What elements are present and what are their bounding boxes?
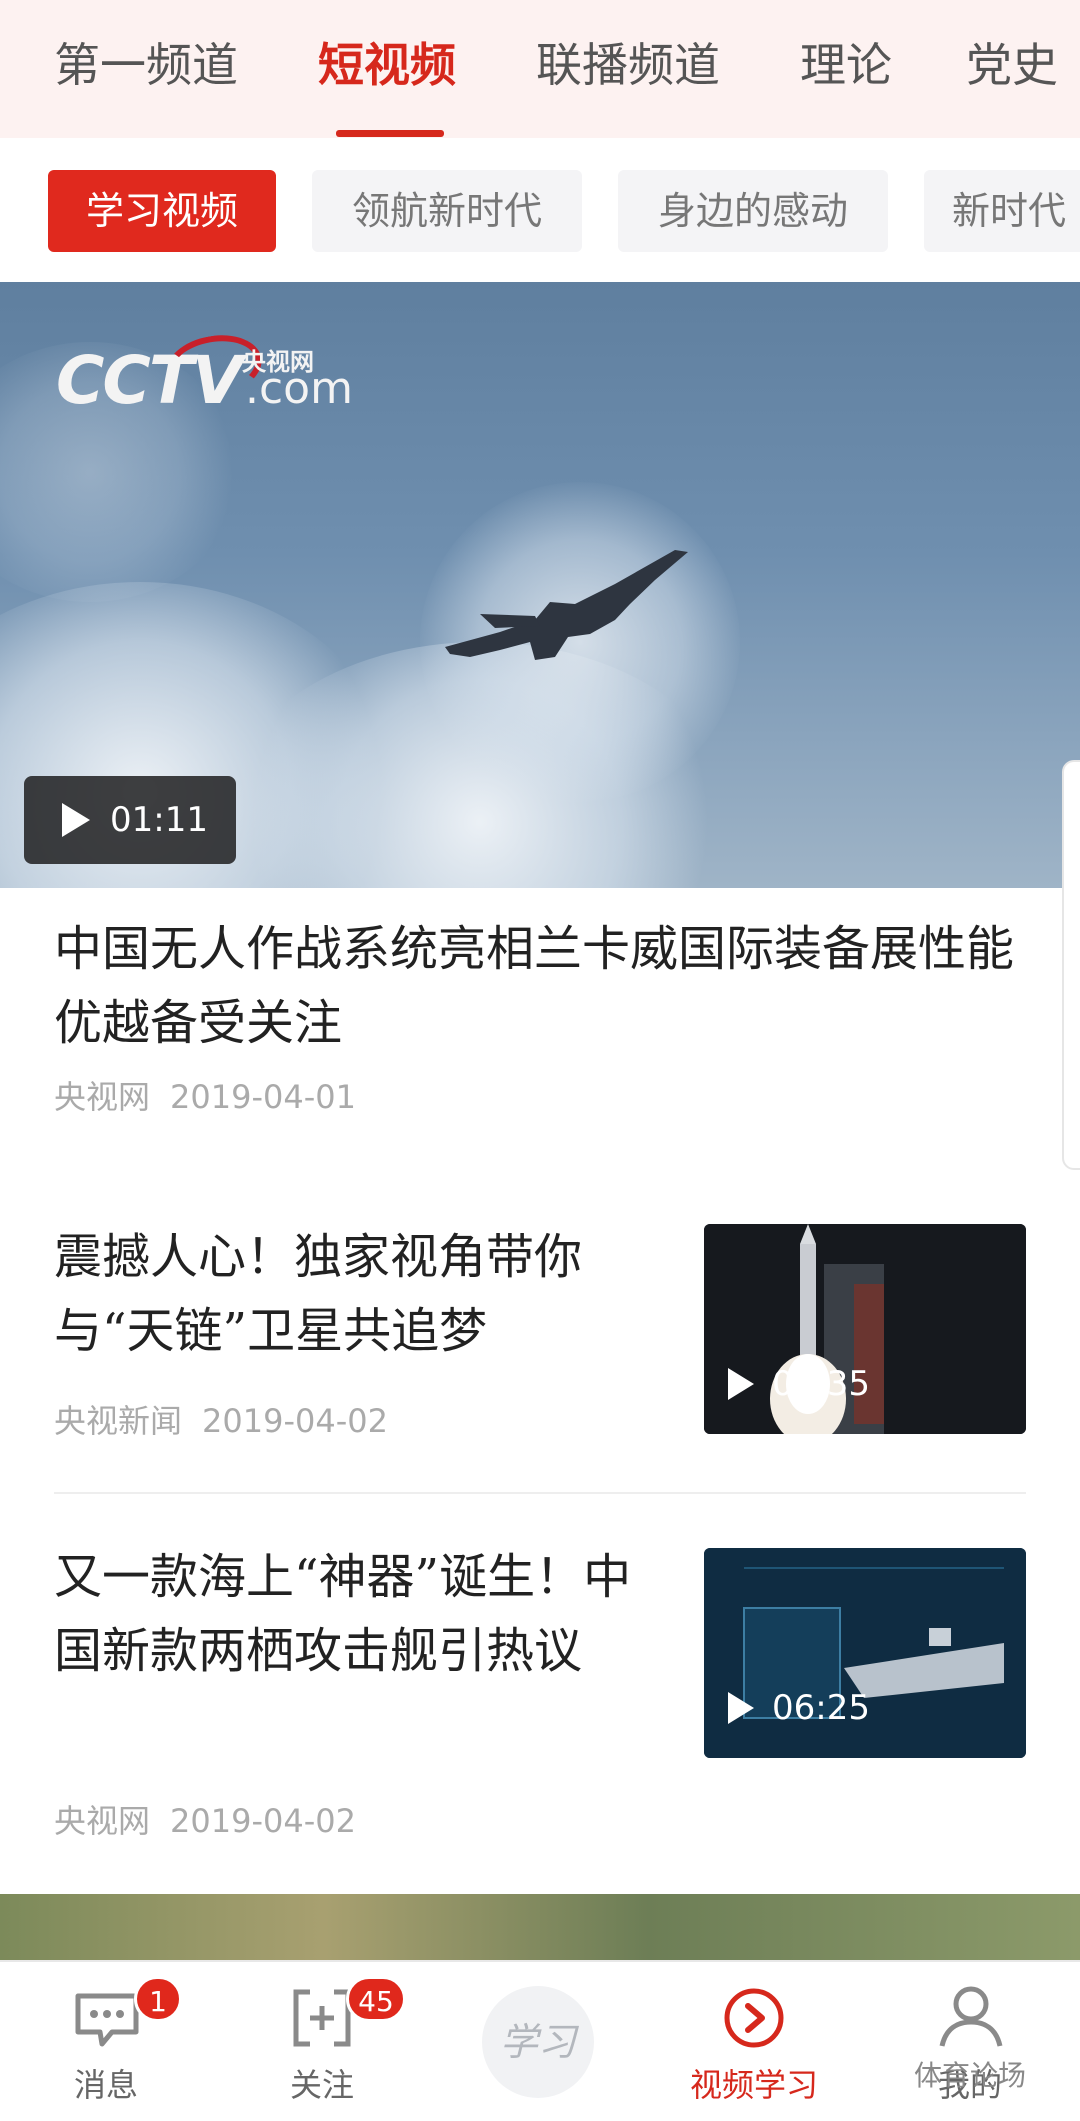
- nav-messages[interactable]: 1 消息: [6, 1962, 206, 2121]
- chip-new-era[interactable]: 领航新时代: [312, 170, 582, 252]
- news-date-2: 2019-04-02: [170, 1802, 356, 1840]
- news-title-2[interactable]: 又一款海上“神器”诞生！中国新款两栖攻击舰引热议: [54, 1540, 634, 1688]
- featured-title[interactable]: 中国无人作战系统亮相兰卡威国际装备展性能优越备受关注: [54, 912, 1014, 1060]
- cctv-logo: CCTV.com 央视网: [56, 328, 353, 419]
- follow-icon: [293, 1989, 351, 2047]
- messages-badge: 1: [134, 1976, 182, 2022]
- follow-badge: 45: [346, 1976, 406, 2022]
- play-icon: [728, 1368, 754, 1400]
- nav-follow[interactable]: 45 关注: [222, 1962, 422, 2121]
- news-thumbnail-1[interactable]: 01:35: [704, 1224, 1026, 1434]
- featured-source: 央视网: [54, 1078, 151, 1116]
- side-panel-edge: [1062, 760, 1080, 1170]
- tab-party-history[interactable]: 党史: [966, 30, 1058, 100]
- featured-video[interactable]: CCTV.com 央视网 01:11: [0, 282, 1080, 888]
- message-icon: [75, 1993, 139, 2047]
- list-divider: [54, 1492, 1026, 1494]
- chip-new-times[interactable]: 新时代: [924, 170, 1080, 252]
- active-tab-indicator: [336, 130, 444, 137]
- chip-study-video[interactable]: 学习视频: [48, 170, 276, 252]
- bottom-navigation: 1 消息 45 关注 学习 视频学习 我的: [0, 1960, 1080, 2119]
- featured-date: 2019-04-01: [170, 1078, 356, 1116]
- tab-theory[interactable]: 理论: [800, 30, 892, 100]
- news-date-1: 2019-04-02: [202, 1402, 388, 1440]
- featured-duration: 01:11: [24, 776, 236, 864]
- nav-video-study[interactable]: 视频学习: [654, 1962, 854, 2121]
- featured-meta: 央视网 2019-04-01: [54, 1072, 356, 1118]
- sub-category-bar: 学习视频 领航新时代 身边的感动 新时代: [0, 138, 1080, 282]
- channel-tab-bar: 第一频道 短视频 联播频道 理论 党史: [0, 0, 1080, 138]
- news-source-1: 央视新闻: [54, 1402, 183, 1440]
- news-meta-1: 央视新闻 2019-04-02: [54, 1396, 388, 1442]
- next-video-preview[interactable]: [0, 1894, 1080, 1964]
- nav-video-study-label: 视频学习: [689, 2066, 818, 2104]
- tab-broadcast-channel[interactable]: 联播频道: [536, 30, 720, 100]
- news-meta-2: 央视网 2019-04-02: [54, 1796, 356, 1842]
- nav-messages-label: 消息: [73, 2066, 138, 2104]
- play-icon: [62, 803, 90, 837]
- tab-first-channel[interactable]: 第一频道: [54, 30, 238, 100]
- news-source-2: 央视网: [54, 1802, 151, 1840]
- watermark: 体育论场: [914, 2059, 1027, 2092]
- news-title-1[interactable]: 震撼人心！独家视角带你与“天链”卫星共追梦: [54, 1220, 634, 1368]
- fighter-jet-image: [445, 550, 688, 660]
- xuexi-logo[interactable]: 学习: [482, 1986, 594, 2098]
- nav-me[interactable]: 我的: [870, 1962, 1070, 2121]
- chip-touching-stories[interactable]: 身边的感动: [618, 170, 888, 252]
- nav-follow-label: 关注: [289, 2066, 354, 2104]
- user-icon: [939, 1986, 1003, 2047]
- news-thumbnail-2[interactable]: 06:25: [704, 1548, 1026, 1758]
- tab-short-video[interactable]: 短视频: [318, 30, 456, 100]
- play-icon: [728, 1692, 754, 1724]
- video-play-icon: [724, 1988, 784, 2048]
